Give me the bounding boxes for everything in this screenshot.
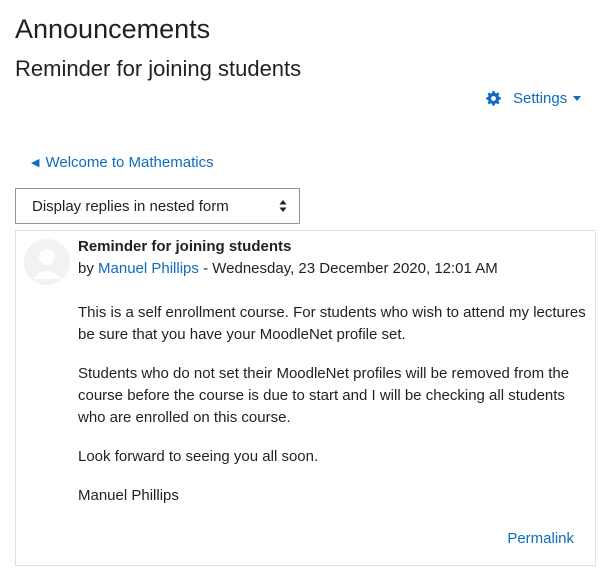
author-link[interactable]: Manuel Phillips [98, 260, 199, 277]
post-byline: by Manuel Phillips - Wednesday, 23 Decem… [78, 260, 498, 277]
page-title: Announcements [15, 14, 211, 44]
chevron-down-icon [573, 96, 582, 101]
back-to-course-link[interactable]: ◀ Welcome to Mathematics [31, 154, 214, 171]
post-date: Wednesday, 23 December 2020, 12:01 AM [212, 260, 498, 277]
byline-separator: - [198, 260, 213, 277]
post-subject: Reminder for joining students [78, 238, 292, 255]
gear-icon [486, 91, 501, 106]
permalink-link[interactable]: Permalink [507, 530, 574, 547]
settings-label: Settings [513, 90, 568, 107]
sort-updown-icon [279, 200, 287, 212]
display-mode-value: Display replies in nested form [32, 197, 229, 215]
forum-post: Reminder for joining students by Manuel … [15, 230, 596, 566]
avatar [24, 239, 70, 285]
post-paragraph: Students who do not set their MoodleNet … [78, 365, 570, 426]
user-avatar-icon [24, 239, 70, 285]
triangle-left-icon: ◀ [31, 157, 40, 169]
post-paragraph: This is a self enrollment course. For st… [78, 304, 586, 343]
settings-menu-button[interactable]: Settings [486, 90, 582, 107]
back-link-label: Welcome to Mathematics [45, 154, 214, 171]
discussion-title: Reminder for joining students [15, 56, 302, 81]
post-body: This is a self enrollment course. For st… [78, 302, 588, 524]
byline-prefix: by [78, 260, 99, 277]
post-paragraph: Look forward to seeing you all soon. [78, 448, 319, 465]
display-mode-select[interactable]: Display replies in nested form [15, 188, 300, 224]
post-signature: Manuel Phillips [78, 487, 179, 504]
